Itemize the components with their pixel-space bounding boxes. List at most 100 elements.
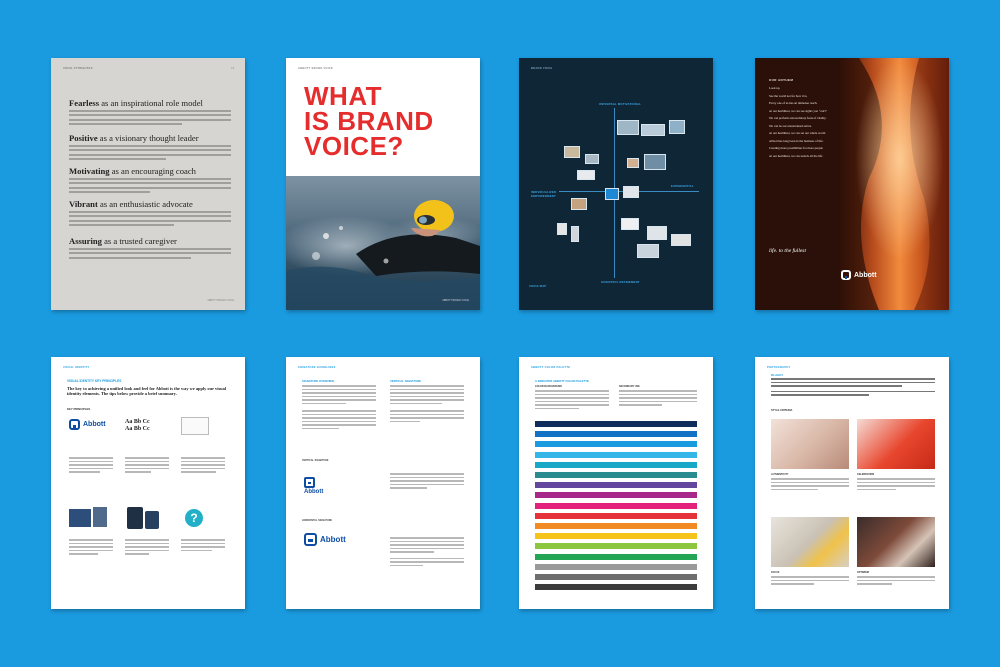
logo-wordmark: Abbott xyxy=(304,489,324,495)
body-text xyxy=(390,537,464,568)
anthem-line: At our healthiest, we can set our whole … xyxy=(769,131,826,135)
photo-celebration xyxy=(857,419,935,469)
attribute-role: as an enthusiastic advocate xyxy=(97,199,193,209)
color-chip xyxy=(535,502,569,509)
color-chip xyxy=(535,492,569,499)
page-footer: ABBOTT BRAND VOICE xyxy=(207,299,234,302)
map-thumbnail xyxy=(641,124,665,136)
map-thumbnail xyxy=(571,226,579,242)
map-thumbnail xyxy=(617,120,639,135)
color-swatch-row xyxy=(535,431,697,438)
attribute-name: Motivating xyxy=(69,166,110,176)
column-title: SIGNATURE OVERVIEW xyxy=(302,379,335,383)
color-swatch-row xyxy=(535,533,697,540)
color-chip xyxy=(535,574,569,580)
map-thumbnail xyxy=(571,198,587,210)
device-thumbnail xyxy=(127,507,143,529)
caption: FOCUS xyxy=(771,571,780,574)
photography-page: PHOTOGRAPHY IN LIGHT STYLE CRITERIA AUTH… xyxy=(755,357,949,609)
abbott-logo: Abbott xyxy=(841,270,877,280)
caption: CELEBRATION xyxy=(857,473,875,476)
caption: AUTHENTICITY xyxy=(771,473,789,476)
map-thumbnail xyxy=(671,234,691,246)
running-header: VOICE ATTRIBUTES xyxy=(63,67,93,70)
color-swatch-row xyxy=(535,543,697,550)
sub-label: HORIZONTAL SIGNATURE xyxy=(302,519,333,522)
color-band xyxy=(569,574,697,580)
body-text xyxy=(302,385,376,431)
principle-text xyxy=(69,457,113,475)
attribute-role: as an inspirational role model xyxy=(99,98,203,108)
color-band xyxy=(569,584,697,591)
anthem-line: Creating more possibilities for more peo… xyxy=(769,146,823,150)
color-band xyxy=(569,492,697,499)
principle-text xyxy=(69,539,113,557)
page-headline: WHAT IS BRAND VOICE? xyxy=(304,83,434,159)
axis-label-top: UNIVERSAL MOTIVATIONAL xyxy=(599,102,642,106)
attribute-role: as a trusted caregiver xyxy=(101,236,177,246)
sub-label: VERTICAL SIGNATURE xyxy=(302,459,329,462)
question-icon: ? xyxy=(185,509,203,527)
principle-text xyxy=(181,457,225,475)
anthem-line: At our healthiest, we can see sights you… xyxy=(769,108,827,113)
caption-text xyxy=(771,478,849,492)
anthem-line: At our healthiest, we can unlock all the… xyxy=(769,153,823,158)
map-thumbnail xyxy=(585,154,599,164)
layout-thumbnail xyxy=(181,417,209,435)
color-band xyxy=(569,472,697,478)
axis-label-bottom: SCIENTIFIC REFINEMENT xyxy=(601,280,640,284)
map-thumbnail xyxy=(605,188,619,200)
style-criteria-label: STYLE CRITERIA xyxy=(771,409,793,412)
logo-wordmark: Abbott xyxy=(320,535,346,544)
color-band xyxy=(569,421,697,427)
running-header: ABBOTT COLOR PALETTE xyxy=(531,366,571,369)
map-thumbnail xyxy=(637,244,659,258)
running-header: SIGNATURE GUIDELINES xyxy=(298,366,336,369)
abbott-horizontal-logo: Abbott xyxy=(304,533,346,546)
column-title: VERTICAL SIGNATURE xyxy=(390,379,421,383)
principle-text xyxy=(125,539,169,557)
color-swatch-row xyxy=(535,574,697,580)
color-band xyxy=(569,502,697,509)
running-header: BRAND VOICE xyxy=(531,67,553,70)
body-text xyxy=(390,385,464,424)
photo-thumbnail xyxy=(93,507,107,527)
color-swatch-row xyxy=(535,441,697,448)
photo-thumbnail xyxy=(69,509,91,527)
swimmer-illustration xyxy=(286,200,480,310)
color-chip xyxy=(535,543,569,550)
color-chip xyxy=(535,421,569,427)
body-text xyxy=(619,390,697,408)
color-chip xyxy=(535,431,569,438)
color-band xyxy=(569,563,697,570)
attribute-name: Assuring xyxy=(69,236,102,246)
attribute-assuring: Assuring as a trusted caregiver xyxy=(69,236,231,259)
attribute-name: Vibrant xyxy=(69,199,98,209)
map-thumbnail xyxy=(627,158,639,168)
section-title: A BRIGHTER ABBOTT COLOR PALETTE xyxy=(535,379,589,383)
principle-text xyxy=(125,457,169,475)
photo-focus xyxy=(771,517,849,567)
color-swatch-row xyxy=(535,451,697,458)
body-text xyxy=(390,473,464,491)
color-band xyxy=(569,543,697,550)
logo-wordmark: Abbott xyxy=(83,421,106,428)
color-chip xyxy=(535,584,569,591)
principle-text xyxy=(181,539,225,553)
abbott-logo: Abbott xyxy=(69,419,106,430)
color-band xyxy=(569,441,697,448)
caption: OPTIMISM xyxy=(857,571,869,574)
caption-text xyxy=(857,576,935,587)
attribute-vibrant: Vibrant as an enthusiastic advocate xyxy=(69,199,231,226)
color-band xyxy=(569,533,697,540)
color-band xyxy=(569,512,697,519)
what-is-brand-voice-page: ABBOTT BRAND VOICE WHAT IS BRAND VOICE? xyxy=(286,58,480,310)
anthem-line: See the world not for how it is, xyxy=(769,93,808,98)
color-swatch-row xyxy=(535,472,697,478)
anthem-line: We can be our unrestrained selves. xyxy=(769,123,812,128)
column-label: SECONDARY USE xyxy=(619,385,640,388)
attribute-fearless: Fearless as an inspirational role model xyxy=(69,98,231,125)
photo-optimism xyxy=(857,517,935,567)
swimmer-photo xyxy=(286,176,480,310)
color-swatch-row xyxy=(535,492,697,499)
